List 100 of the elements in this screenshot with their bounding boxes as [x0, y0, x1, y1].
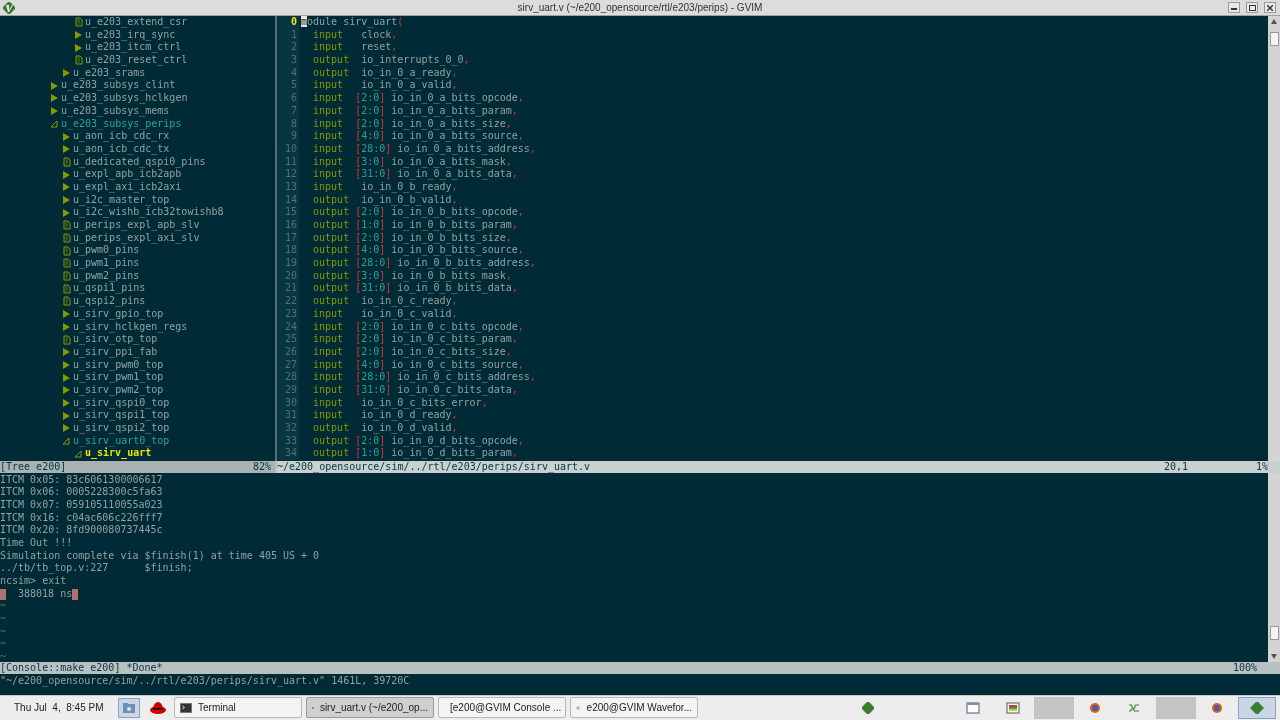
workspace-tile[interactable] [1034, 696, 1074, 719]
globe-icon [1088, 701, 1102, 714]
code-line: output [28:0] io_in_0_b_bits_address, [312, 257, 536, 270]
console-line: ITCM 0x05: 83c6061300006617 [0, 473, 163, 487]
code-line: input io_in_0_b_ready, [312, 180, 458, 194]
app-icon [1250, 701, 1264, 714]
code-line: input [4:0] io_in_0_a_bits_source, [312, 130, 524, 143]
tree-item[interactable]: u_sirv_pwm2_top [73, 383, 164, 397]
line-number: 25 [277, 333, 299, 346]
tree-item[interactable]: u_pwm0_pins [73, 244, 140, 258]
waveform-icon [1128, 701, 1142, 714]
taskbar-button[interactable]: Terminal [174, 697, 302, 718]
tree-item[interactable]: u_sirv_qspi1_top [73, 409, 170, 422]
taskbar-button[interactable]: sirv_uart.v (~/e200_op... [306, 697, 434, 718]
tree-item[interactable]: u_aon_icb_cdc_tx [73, 142, 170, 156]
code-line: output [2:0] io_in_0_b_bits_opcode, [312, 206, 524, 219]
tree-item[interactable]: u_pwm1_pins [73, 257, 140, 270]
code-line: output io_in_0_b_valid, [312, 193, 458, 207]
tree-item[interactable]: u_sirv_uart [85, 447, 152, 461]
tree-item[interactable]: u_e203_reset_ctrl [85, 54, 188, 67]
minimize-icon [1231, 8, 1237, 10]
line-number: 18 [277, 244, 299, 258]
tree-item[interactable]: u_sirv_otp_top [73, 333, 158, 346]
tree-item[interactable]: u_sirv_uart0_top [73, 434, 170, 448]
tree-item[interactable]: u_expl_apb_icb2apb [73, 168, 182, 181]
status-text: 82% [252, 460, 271, 473]
tree-item[interactable]: u_sirv_pwm1_top [73, 371, 164, 384]
code-line: input [28:0] io_in_0_a_bits_address, [312, 142, 536, 156]
console-line: 388018 ns [17, 587, 73, 601]
tree-item[interactable]: u_e203_subsys_clint [61, 79, 176, 93]
tree-item[interactable]: u_e203_subsys_hclkgen [61, 92, 188, 105]
tree-item[interactable]: u_pwm2_pins [73, 269, 140, 283]
cursor-block [0, 588, 6, 600]
code-line: output io_in_0_c_ready, [312, 295, 458, 308]
tree-item[interactable]: u_dedicated_qspi0_pins [73, 155, 206, 169]
code-line: input [2:0] io_in_0_a_bits_param, [312, 104, 518, 118]
code-line: input [2:0] io_in_0_a_bits_size, [312, 117, 512, 131]
terminal-icon [180, 701, 192, 714]
module-icon [61, 296, 73, 307]
tree-item[interactable]: u_e203_irq_sync [85, 28, 176, 42]
line-number: 16 [277, 219, 299, 232]
code-line: input [31:0] io_in_0_a_bits_data, [312, 168, 518, 181]
scrollbar-thumb[interactable] [1269, 625, 1279, 640]
console-line: ITCM 0x06: 0005228300c5fa63 [0, 486, 163, 499]
console-line: ncsim> exit [0, 575, 67, 588]
console-line: ITCM 0x07: 059105110055a023 [0, 498, 163, 512]
module-icon [73, 55, 85, 66]
code-line: input [31:0] io_in_0_c_bits_data, [312, 383, 518, 397]
tree-item[interactable]: u_perips_expl_apb_slv [73, 219, 200, 232]
code-line: input clock, [312, 28, 398, 42]
tree-item[interactable]: u_e203_srams [73, 66, 146, 80]
tree-item[interactable]: u_e203_subsys_mems [61, 104, 170, 118]
file-path: ~/e200_opensource/sim/../rtl/e203/perips/sirv_uart.v [277, 460, 591, 473]
up-arrow-icon [1270, 18, 1278, 26]
scrollbar[interactable] [1268, 16, 1280, 461]
window-title: sirv_uart.v (~/e200_opensource/rtl/e203/perips) - GVIM [517, 1, 763, 15]
code-line: input [2:0] io_in_0_a_bits_opcode, [312, 92, 524, 105]
tree-item[interactable]: u_sirv_gpio_top [73, 307, 164, 321]
minimize-button[interactable] [1228, 2, 1240, 13]
launcher-button[interactable] [118, 697, 140, 718]
tree-item[interactable]: u_e203_itcm_ctrl [85, 41, 182, 55]
line-number: 34 [277, 447, 299, 461]
tree-item[interactable]: u_sirv_qspi2_top [73, 422, 170, 435]
message-line: "~/e200_opensource/sim/../rtl/e203/perips/sirv_uart.v" 1461L, 39720C [0, 673, 410, 687]
tree-item[interactable]: u_qspi1_pins [73, 282, 146, 296]
taskbar-button[interactable]: e200@GVIM Wavefor... [570, 697, 698, 718]
tilde: ~ [0, 613, 7, 626]
tree-item[interactable]: u_e203_extend_csr [85, 16, 188, 29]
tree-item[interactable]: u_i2c_wishb_icb32towishb8 [73, 206, 224, 219]
workspace-tile[interactable] [1156, 696, 1196, 719]
scrollbar-thumb[interactable] [1269, 32, 1279, 46]
tree-item[interactable]: u_qspi2_pins [73, 295, 146, 308]
console-line: ../tb/tb_top.v:227 $finish; [0, 562, 193, 575]
tray-button[interactable] [1238, 696, 1276, 719]
tree-item[interactable]: u_sirv_qspi0_top [73, 396, 170, 410]
code-line: input [2:0] io_in_0_c_bits_size, [312, 345, 512, 359]
maximize-button[interactable] [1246, 2, 1258, 13]
code-line: output io_interrupts_0_0, [312, 54, 470, 67]
code-line: input io_in_0_c_bits_error, [312, 396, 488, 410]
tree-item[interactable]: u_e203_subsys_perips [61, 117, 182, 131]
tree-item[interactable]: u_i2c_master_top [73, 193, 170, 207]
tree-item[interactable]: u_expl_axi_icb2axi [73, 180, 182, 194]
module-icon [61, 245, 73, 256]
code-line: output io_in_0_d_valid, [312, 422, 458, 435]
close-button[interactable] [1264, 2, 1276, 13]
tilde: ~ [0, 651, 7, 662]
console-line: Simulation complete via $finish(1) at time 405 US + 0 [0, 549, 320, 563]
tree-item[interactable]: u_sirv_ppi_fab [73, 345, 158, 359]
tree-item[interactable]: u_aon_icb_cdc_rx [73, 130, 170, 143]
taskbar-button[interactable]: [e200@GVIM Console ... [438, 697, 566, 718]
tree-item[interactable]: u_sirv_hclkgen_regs [73, 320, 188, 334]
module-icon [61, 156, 73, 167]
tilde: ~ [0, 638, 7, 652]
tree-item[interactable]: u_perips_expl_axi_slv [73, 231, 200, 245]
scrollbar[interactable] [1268, 472, 1280, 662]
code-line: output [1:0] io_in_0_d_bits_param, [312, 447, 518, 461]
module-icon [61, 271, 73, 282]
tree-item[interactable]: u_sirv_pwm0_top [73, 358, 164, 372]
down-arrow-icon [1270, 651, 1278, 660]
module-icon [61, 283, 73, 294]
